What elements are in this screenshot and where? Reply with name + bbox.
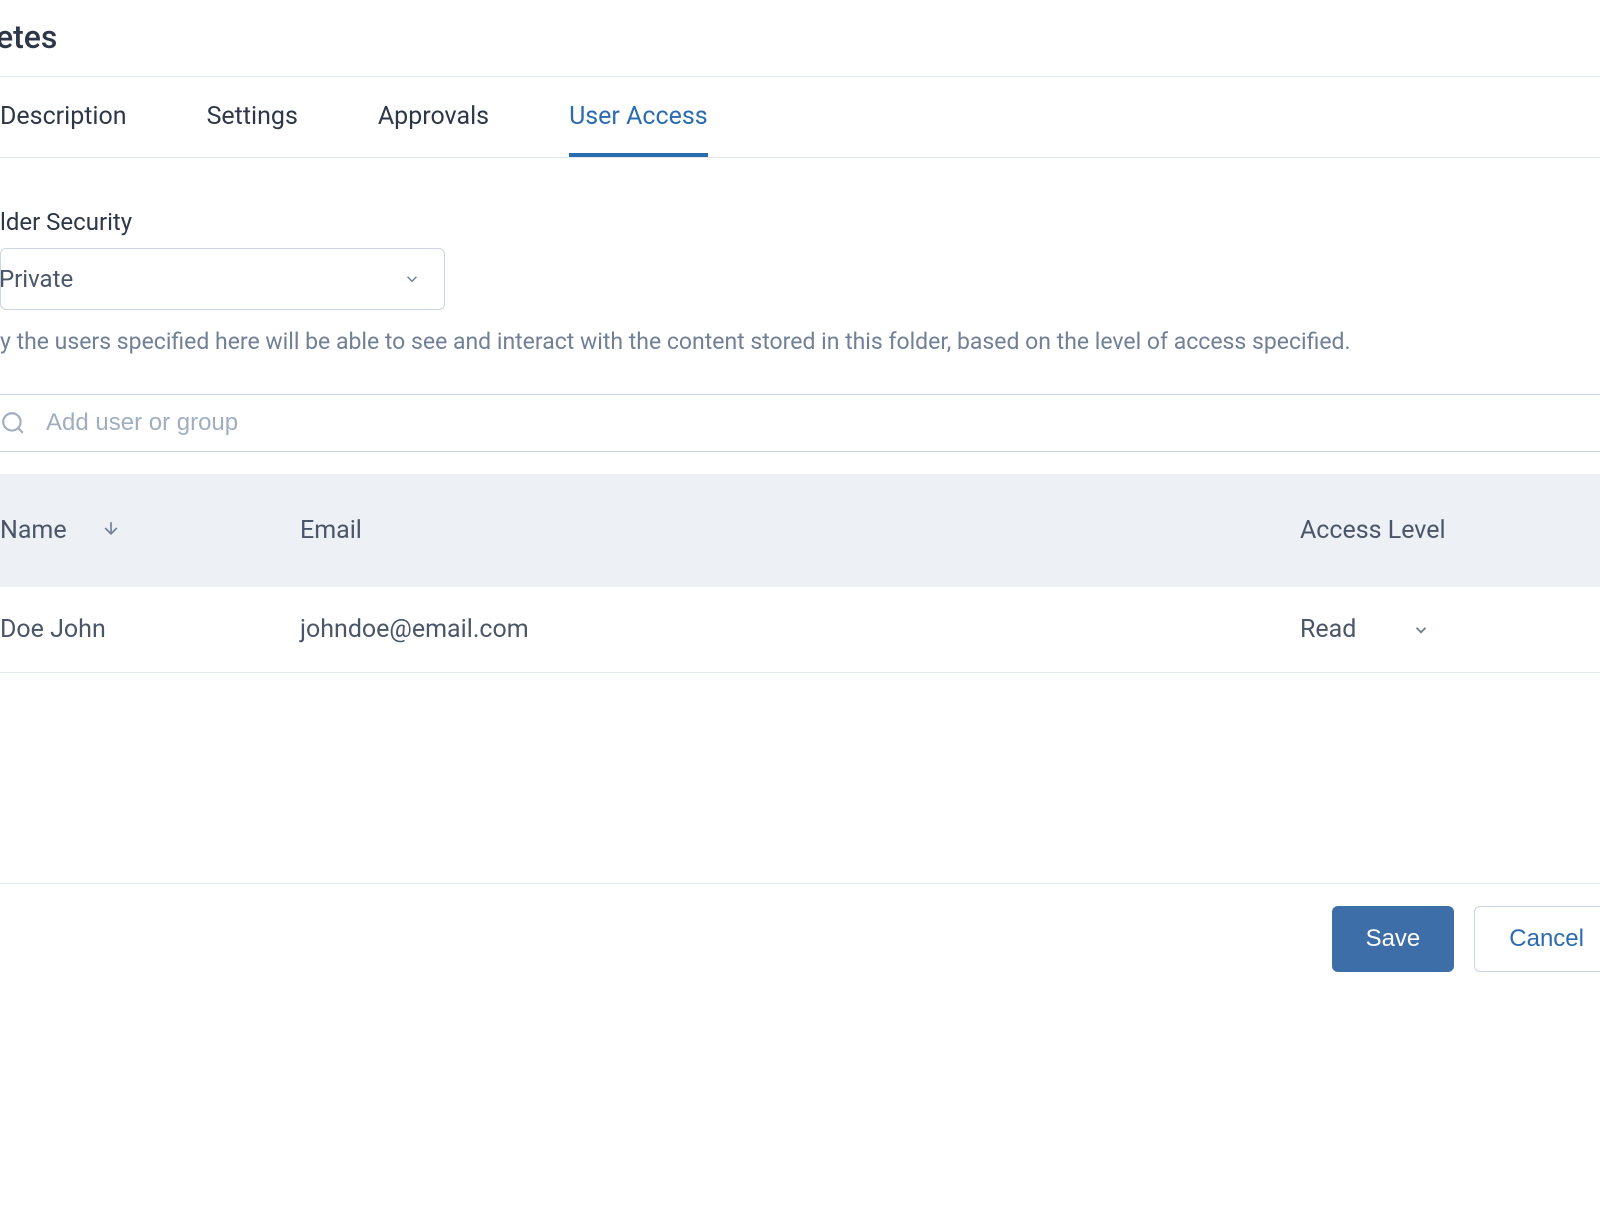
tab-approvals[interactable]: Approvals <box>378 77 489 157</box>
column-header-name[interactable]: Name <box>0 516 300 545</box>
add-user-input[interactable] <box>46 409 1600 437</box>
folder-security-helper: y the users specified here will be able … <box>0 326 1600 358</box>
search-bar <box>0 394 1600 452</box>
access-level-value: Read <box>1300 615 1356 644</box>
page-title: hletes <box>0 0 1600 76</box>
access-level-select[interactable]: Read <box>1300 615 1600 644</box>
column-name-label: Name <box>0 516 67 545</box>
search-icon <box>0 410 26 436</box>
tab-description[interactable]: Description <box>0 77 127 157</box>
folder-security-value: Private <box>0 265 73 293</box>
footer-actions: Save Cancel <box>0 883 1600 972</box>
table-header: Name Email Access Level <box>0 474 1600 587</box>
table-row: Doe John johndoe@email.com Read <box>0 587 1600 673</box>
column-header-access-level[interactable]: Access Level <box>1300 516 1600 545</box>
column-header-email[interactable]: Email <box>300 516 1300 545</box>
user-email: johndoe@email.com <box>300 615 1300 644</box>
user-name: Doe John <box>0 615 300 644</box>
tab-user-access[interactable]: User Access <box>569 77 708 157</box>
chevron-down-icon <box>1412 621 1430 639</box>
tab-settings[interactable]: Settings <box>207 77 298 157</box>
cancel-button[interactable]: Cancel <box>1474 906 1600 972</box>
folder-security-select[interactable]: Private <box>0 248 445 310</box>
folder-security-label: lder Security <box>0 208 1600 236</box>
chevron-down-icon <box>403 270 421 288</box>
sort-arrow-down-icon <box>101 518 121 538</box>
save-button[interactable]: Save <box>1332 906 1455 972</box>
tabs: Description Settings Approvals User Acce… <box>0 77 1600 158</box>
